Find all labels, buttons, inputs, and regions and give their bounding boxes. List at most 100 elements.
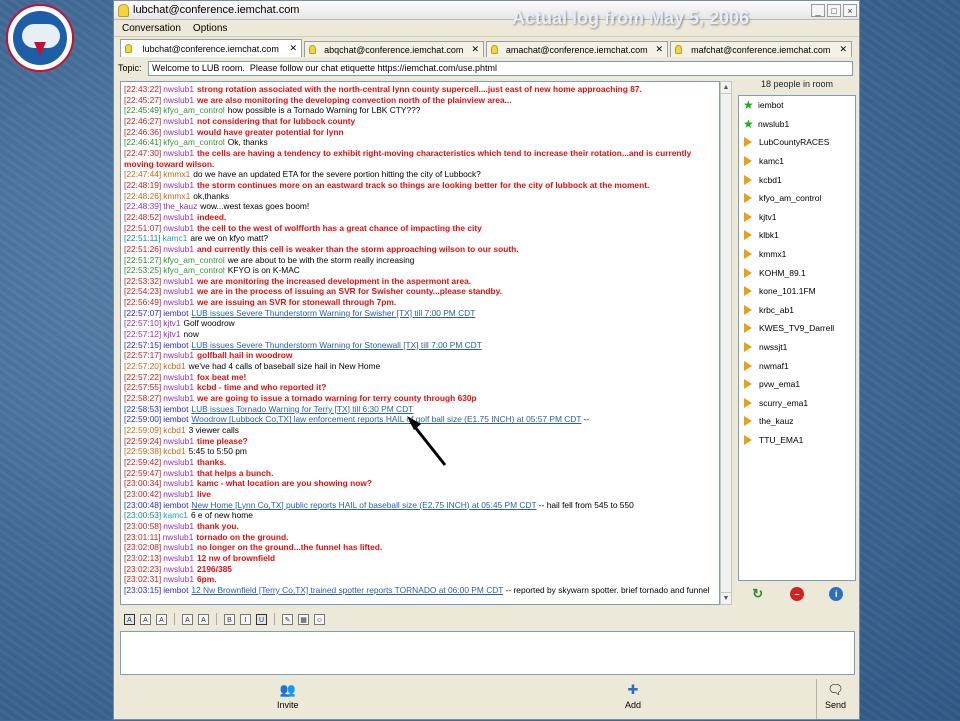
roster-item[interactable]: kfyo_am_control bbox=[739, 189, 855, 208]
tab-close-icon[interactable]: ✕ bbox=[839, 44, 847, 55]
log-message-link[interactable]: New Home [Lynn Co,TX] public reports HAI… bbox=[191, 500, 536, 510]
lightbulb-icon bbox=[675, 45, 682, 54]
roster-item[interactable]: nwmaf1 bbox=[739, 356, 855, 375]
roster-item[interactable]: krbc_ab1 bbox=[739, 301, 855, 320]
maximize-button[interactable]: □ bbox=[827, 3, 841, 17]
log-nick: nwslub1 bbox=[163, 211, 194, 222]
log-message-link[interactable]: LUB issues Severe Thunderstorm Warning f… bbox=[191, 308, 475, 318]
log-nick: nwslub1 bbox=[163, 84, 194, 94]
refresh-icon[interactable]: ↻ bbox=[751, 586, 765, 601]
scroll-down-icon[interactable]: ▼ bbox=[721, 592, 731, 604]
log-nick: kcbd1 bbox=[163, 425, 186, 435]
font-size-2-icon[interactable]: A bbox=[140, 613, 151, 625]
tab-lubchat[interactable]: lubchat@conference.iemchat.com ✕ bbox=[120, 39, 302, 57]
roster-item[interactable]: the_kauz bbox=[739, 412, 855, 431]
send-button[interactable]: 🗨 Send bbox=[825, 682, 846, 710]
roster-item[interactable]: ★ nwslub1 bbox=[739, 115, 855, 134]
nws-logo bbox=[6, 4, 74, 72]
log-message: 12 nw of brownfield bbox=[197, 552, 276, 563]
chat-log-scrollbar[interactable]: ▲ ▼ bbox=[720, 81, 732, 605]
roster-item[interactable]: kjtv1 bbox=[739, 208, 855, 227]
image-icon[interactable]: ▦ bbox=[298, 613, 309, 625]
tab-close-icon[interactable]: ✕ bbox=[655, 44, 663, 55]
log-line: [22:57:55] nwslub1 kcbd - time and who rep… bbox=[124, 382, 716, 393]
log-timestamp: [22:59:42] bbox=[124, 456, 162, 467]
log-message-link[interactable]: 12 Nw Brownfield [Terry Co,TX] trained s… bbox=[191, 585, 503, 595]
roster-item[interactable]: KOHM_89.1 bbox=[739, 263, 855, 282]
tab-mafchat[interactable]: mafchat@conference.iemchat.com ✕ bbox=[670, 41, 852, 57]
log-nick: kfyo_am_control bbox=[163, 265, 225, 276]
log-message-link[interactable]: Woodrow [Lubbock Co,TX] law enforcement … bbox=[191, 414, 581, 424]
roster-item[interactable]: LubCountyRACES bbox=[739, 133, 855, 152]
lightbulb-icon bbox=[309, 45, 316, 54]
log-line: [23:02:08] nwslub1 no longer on the ground… bbox=[124, 542, 716, 553]
font-size-1-icon[interactable]: A bbox=[124, 613, 135, 625]
log-message-link[interactable]: LUB issues Severe Thunderstorm Warning f… bbox=[191, 340, 481, 350]
log-timestamp: [23:00:58] bbox=[124, 520, 162, 531]
add-button[interactable]: ✚ Add bbox=[625, 682, 642, 710]
log-nick: iembot bbox=[163, 499, 189, 510]
font-size-3-icon[interactable]: A bbox=[156, 613, 167, 625]
menu-options[interactable]: Options bbox=[193, 23, 227, 34]
tab-amachat[interactable]: amachat@conference.iemchat.com ✕ bbox=[486, 41, 668, 57]
arrow-icon bbox=[744, 416, 752, 427]
roster-item[interactable]: klbk1 bbox=[739, 226, 855, 245]
roster-name: the_kauz bbox=[759, 416, 794, 427]
arrow-icon bbox=[744, 137, 752, 148]
log-line: [22:58:53] iembot LUB issues Tornado Warni… bbox=[124, 404, 716, 415]
log-nick: kcbd1 bbox=[163, 361, 186, 372]
roster-item[interactable]: kmmx1 bbox=[739, 245, 855, 264]
message-compose-input[interactable] bbox=[120, 631, 855, 675]
invite-button[interactable]: 👥 Invite bbox=[277, 682, 299, 710]
add-label: Add bbox=[625, 700, 642, 710]
arrow-icon bbox=[744, 174, 752, 185]
tab-abqchat[interactable]: abqchat@conference.iemchat.com ✕ bbox=[304, 41, 484, 57]
font-grow-icon[interactable]: A bbox=[182, 613, 193, 625]
roster-item[interactable]: nwssjt1 bbox=[739, 338, 855, 357]
log-nick: nwslub1 bbox=[163, 456, 194, 467]
bold-icon[interactable]: B bbox=[224, 613, 235, 625]
log-line: [22:47:44] kmmx1 do we have an updated ETA… bbox=[124, 169, 716, 180]
log-timestamp: [22:45:49] bbox=[124, 105, 162, 116]
roster-item[interactable]: pvw_ema1 bbox=[739, 375, 855, 394]
roster-item[interactable]: kcbd1 bbox=[739, 170, 855, 189]
roster-item[interactable]: ★ iembot bbox=[739, 96, 855, 115]
roster-item[interactable]: kamc1 bbox=[739, 152, 855, 171]
log-message: Golf woodrow bbox=[183, 318, 235, 329]
log-line: [22:45:27] nwslub1 we are also monitoring … bbox=[124, 95, 716, 106]
log-nick: kjtv1 bbox=[163, 329, 181, 340]
scroll-up-icon[interactable]: ▲ bbox=[721, 82, 731, 94]
link-icon[interactable]: ✎ bbox=[282, 613, 293, 625]
roster-item[interactable]: TTU_EMA1 bbox=[739, 431, 855, 450]
chat-log[interactable]: [22:43:22] nwslub1 strong rotation associa… bbox=[120, 81, 720, 605]
italic-icon[interactable]: I bbox=[240, 613, 251, 625]
topic-input[interactable] bbox=[148, 60, 853, 76]
font-shrink-icon[interactable]: A bbox=[198, 613, 209, 625]
minimize-button[interactable]: _ bbox=[811, 3, 825, 17]
close-button[interactable]: × bbox=[843, 3, 857, 17]
log-timestamp: [22:45:27] bbox=[124, 94, 162, 105]
arrow-icon bbox=[744, 434, 752, 445]
roster-item[interactable]: KWES_TV9_Darrell bbox=[739, 319, 855, 338]
tab-close-icon[interactable]: ✕ bbox=[289, 43, 297, 54]
roster-item[interactable]: kone_101.1FM bbox=[739, 282, 855, 301]
menu-conversation[interactable]: Conversation bbox=[122, 23, 181, 34]
log-line: [22:57:15] iembot LUB issues Severe Thunde… bbox=[124, 340, 716, 351]
log-message: fox beat me! bbox=[197, 371, 247, 382]
log-timestamp: [22:58:53] bbox=[124, 403, 162, 414]
log-message-link[interactable]: LUB issues Tornado Warning for Terry [TX… bbox=[191, 404, 413, 414]
room-tabs: lubchat@conference.iemchat.com ✕ abqchat… bbox=[114, 39, 859, 57]
info-icon[interactable]: i bbox=[829, 587, 844, 601]
roster-item[interactable]: scurry_ema1 bbox=[739, 394, 855, 413]
smiley-icon[interactable]: ☺ bbox=[314, 613, 325, 625]
roster-name: kjtv1 bbox=[759, 211, 777, 222]
log-timestamp: [22:59:24] bbox=[124, 435, 162, 446]
log-nick: nwslub1 bbox=[163, 574, 194, 585]
underline-icon[interactable]: U bbox=[256, 613, 267, 625]
tab-close-icon[interactable]: ✕ bbox=[471, 44, 479, 55]
log-message: thanks. bbox=[197, 456, 227, 467]
remove-icon[interactable]: – bbox=[789, 587, 804, 601]
log-message: and currently this cell is weaker than t… bbox=[197, 243, 519, 254]
log-nick: iembot bbox=[163, 307, 189, 318]
log-line: [23:00:42] nwslub1 live bbox=[124, 489, 716, 500]
